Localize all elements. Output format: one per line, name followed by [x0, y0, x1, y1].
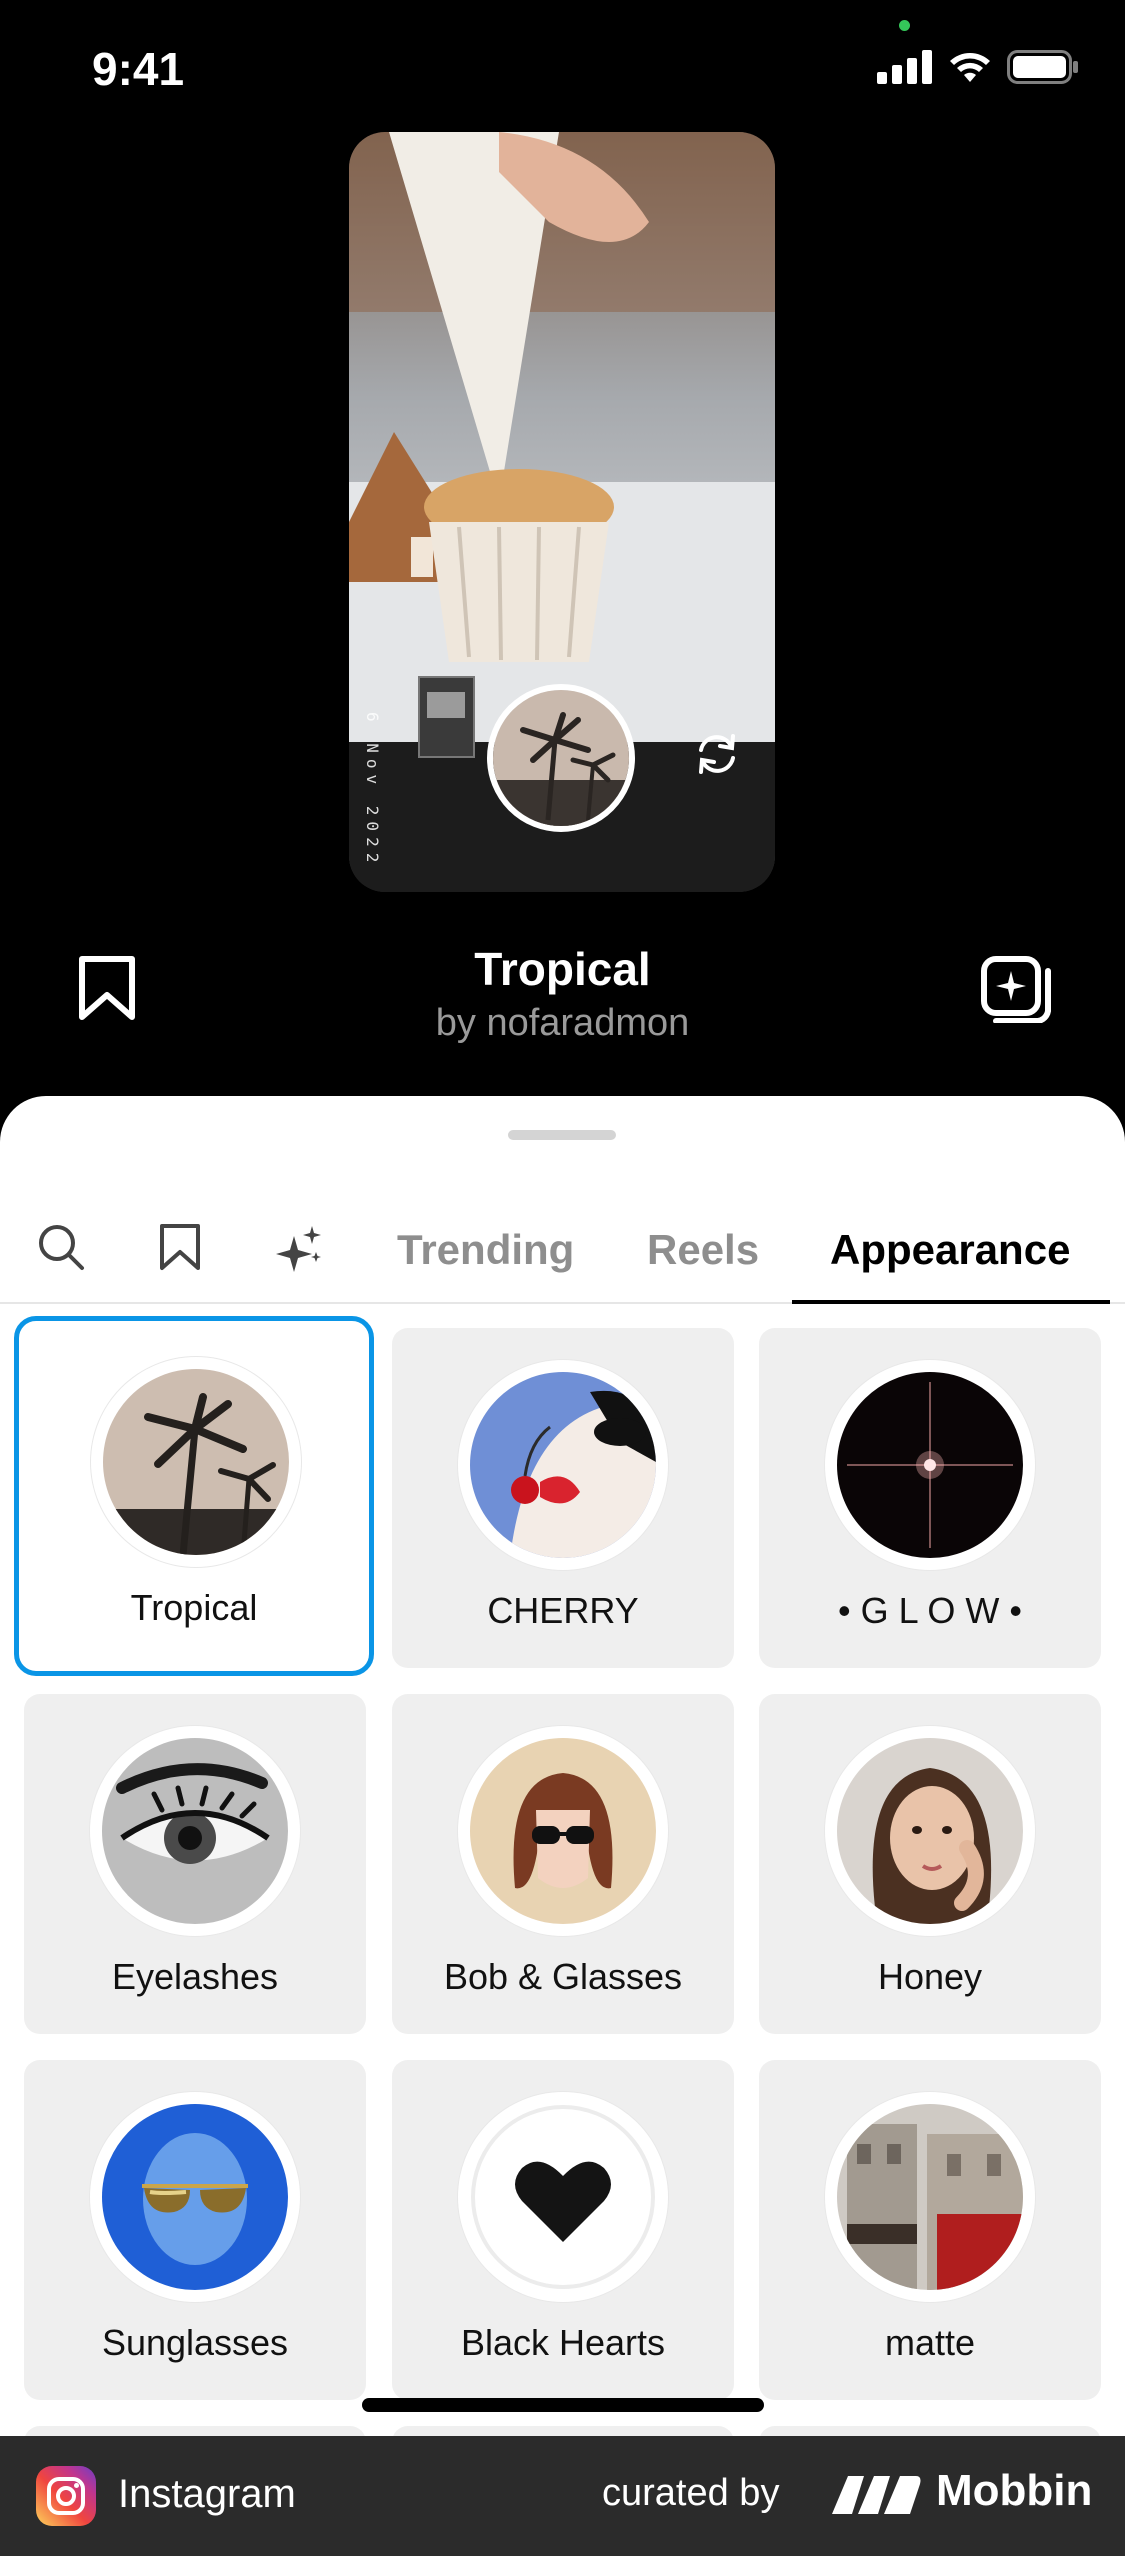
preview-date-stamp: 6 Nov 2022 [363, 712, 382, 869]
effect-card-sunglasses[interactable]: Sunglasses [24, 2060, 366, 2400]
effect-card-partial[interactable] [392, 2426, 734, 2436]
effect-card-eyelashes[interactable]: Eyelashes [24, 1694, 366, 2034]
wifi-icon [950, 53, 990, 82]
effect-label: Bob & Glasses [443, 1956, 683, 1997]
bookmark-icon[interactable] [158, 1222, 202, 1272]
footer-app-name: Instagram [118, 2472, 296, 2516]
eyelashes-avatar [102, 1738, 288, 1924]
footer-curated-by: curated by [602, 2472, 780, 2514]
sunglasses-avatar [102, 2104, 288, 2290]
effect-thumbnail-ring [825, 2092, 1035, 2302]
footer-brand: Mobbin [936, 2466, 1093, 2515]
matte-avatar [837, 2104, 1023, 2290]
effect-thumbnail-ring [825, 1726, 1035, 1936]
effect-label: matte [884, 2322, 976, 2363]
effect-card-cherry[interactable]: CHERRY [392, 1328, 734, 1668]
honey-avatar [837, 1738, 1023, 1924]
glow-avatar [837, 1372, 1023, 1558]
black-hearts-avatar [470, 2104, 656, 2290]
effect-preview[interactable]: 6 Nov 2022 [349, 132, 775, 892]
effect-card-bob-glasses[interactable]: Bob & Glasses [392, 1694, 734, 2034]
effect-thumbnail-ring [458, 1726, 668, 1936]
mobbin-logo-icon [832, 2476, 921, 2514]
tab-reels[interactable]: Reels [647, 1226, 759, 1274]
effect-name: Tropical [474, 943, 651, 995]
bob-glasses-avatar [470, 1738, 656, 1924]
effect-thumbnail-ring [825, 1360, 1035, 1570]
tropical-avatar [103, 1369, 289, 1555]
tropical-thumbnail [493, 690, 629, 826]
effect-thumbnail-ring [91, 1357, 301, 1567]
instagram-app-icon [36, 2466, 96, 2526]
effects-sheet: Trending Reels Appearance Tropical CHERR… [0, 1096, 1125, 2436]
effect-card-partial[interactable] [759, 2426, 1101, 2436]
effect-card-matte[interactable]: matte [759, 2060, 1101, 2400]
effect-card-honey[interactable]: Honey [759, 1694, 1101, 2034]
battery-icon [1007, 50, 1078, 84]
add-to-story-icon[interactable] [980, 955, 1052, 1023]
effect-thumbnail-ring [458, 2092, 668, 2302]
effect-label: Black Hearts [460, 2322, 666, 2363]
privacy-indicator-dot [899, 20, 910, 31]
footer-bar: Instagram curated by Mobbin [0, 2436, 1125, 2556]
effect-card-glow[interactable]: • G L O W • [759, 1328, 1101, 1668]
effects-tabs: Trending Reels Appearance [0, 1204, 1125, 1304]
cellular-signal-icon [877, 50, 932, 84]
effect-label: • G L O W • [838, 1590, 1022, 1631]
status-time: 9:41 [92, 43, 185, 95]
effect-label: Tropical [130, 1587, 258, 1628]
capture-button[interactable] [487, 684, 635, 832]
effect-label: Honey [877, 1956, 983, 1997]
effect-thumbnail-ring [90, 1726, 300, 1936]
flip-camera-icon[interactable] [691, 728, 743, 780]
tab-appearance[interactable]: Appearance [830, 1226, 1070, 1274]
cherry-avatar [470, 1372, 656, 1558]
active-tab-indicator [792, 1300, 1110, 1304]
effect-thumbnail-ring [458, 1360, 668, 1570]
effect-card-black-hearts[interactable]: Black Hearts [392, 2060, 734, 2400]
effect-label: CHERRY [487, 1590, 639, 1631]
effect-label: Eyelashes [111, 1956, 279, 1997]
search-icon[interactable] [36, 1222, 86, 1272]
sheet-grabber[interactable] [508, 1130, 616, 1140]
effect-card-partial[interactable] [24, 2426, 366, 2436]
effect-card-tropical[interactable]: Tropical [14, 1316, 374, 1676]
effect-author[interactable]: by nofaradmon [0, 1002, 1125, 1045]
effect-thumbnail-ring [90, 2092, 300, 2302]
status-bar: 9:41 [0, 0, 1125, 130]
home-indicator [362, 2398, 764, 2412]
tab-trending[interactable]: Trending [397, 1226, 574, 1274]
status-icons [877, 50, 1079, 84]
effect-label: Sunglasses [101, 2322, 289, 2363]
sparkles-icon[interactable] [274, 1222, 326, 1274]
